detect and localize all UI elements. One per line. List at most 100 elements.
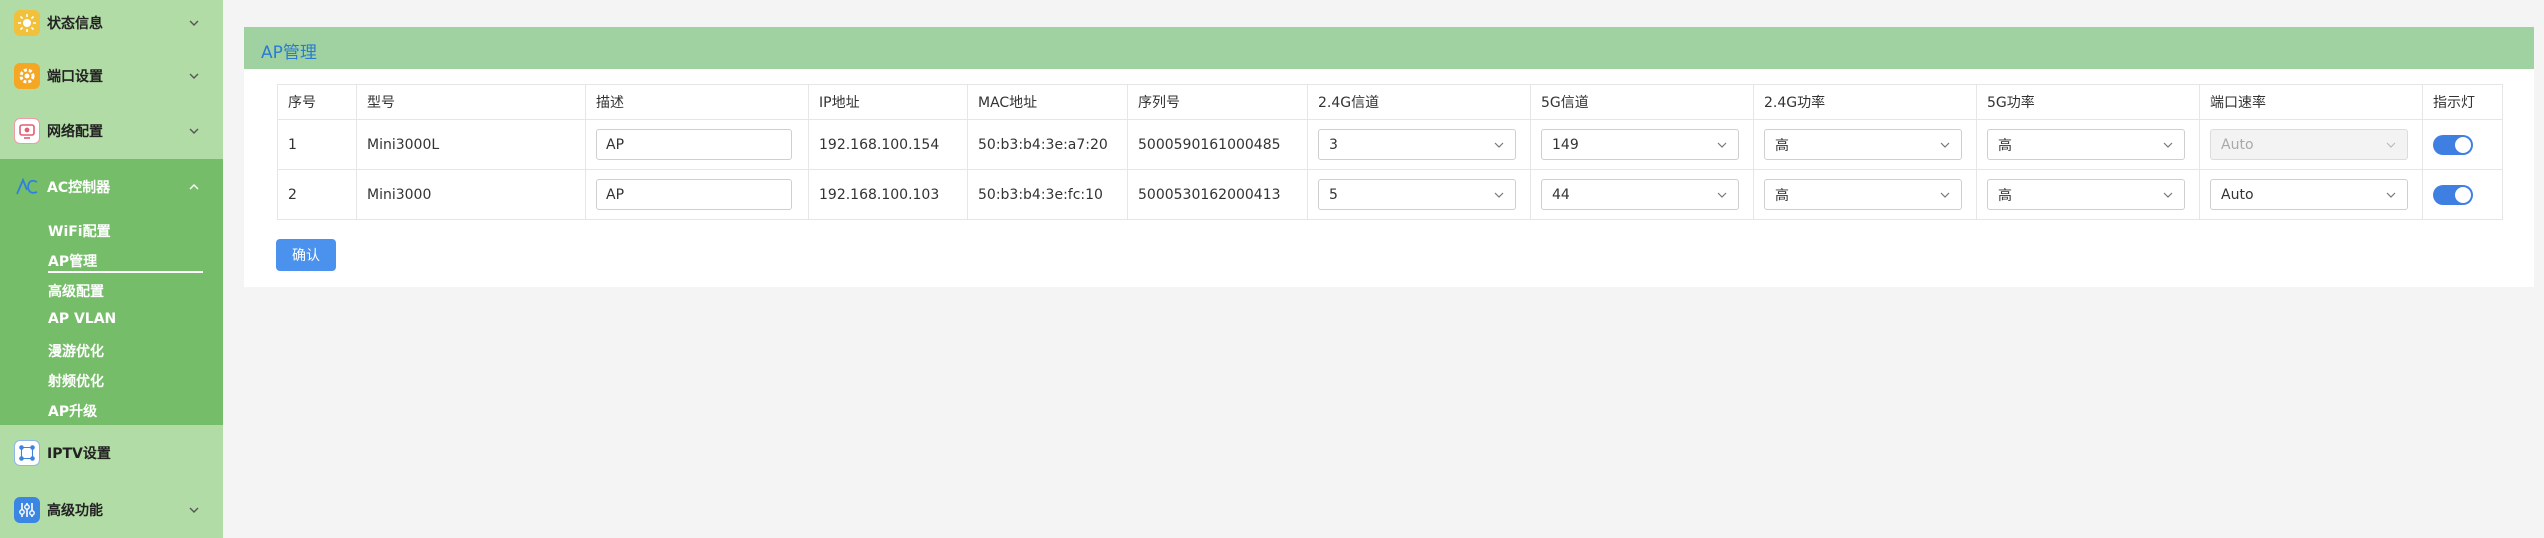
cell-port-speed: Auto xyxy=(2199,169,2423,220)
column-header-serial: 序列号 xyxy=(1127,84,1308,120)
select-value: 高 xyxy=(1998,137,2012,154)
power-5g-select[interactable]: 高 xyxy=(1987,129,2185,160)
select-value: 149 xyxy=(1552,136,1579,153)
power-5g-select[interactable]: 高 xyxy=(1987,179,2185,210)
cell-channel-5g: 44 xyxy=(1530,169,1754,220)
channel-24g-select[interactable]: 5 xyxy=(1318,179,1516,210)
cell-power-24g: 高 xyxy=(1753,119,1977,170)
description-input[interactable] xyxy=(596,179,792,210)
submenu-rf-optimization[interactable]: 射频优化 xyxy=(48,371,104,391)
menu-label-port: 端口设置 xyxy=(47,69,103,85)
select-value: Auto xyxy=(2221,186,2254,203)
cell-power-5g: 高 xyxy=(1976,169,2200,220)
power-24g-select[interactable]: 高 xyxy=(1764,129,1962,160)
cell-channel-5g: 149 xyxy=(1530,119,1754,170)
submenu-advanced-config[interactable]: 高级配置 xyxy=(48,281,104,301)
submenu-wifi-config[interactable]: WiFi配置 xyxy=(48,221,111,241)
column-header-power-24g: 2.4G功率 xyxy=(1753,84,1977,120)
column-header-port-speed: 端口速率 xyxy=(2199,84,2423,120)
sun-icon xyxy=(14,10,40,36)
column-header-ip: IP地址 xyxy=(808,84,968,120)
cell-serial: 5000590161000485 xyxy=(1127,119,1308,170)
column-header-power-5g: 5G功率 xyxy=(1976,84,2200,120)
select-value: 44 xyxy=(1552,186,1570,203)
iptv-grid-icon xyxy=(14,440,40,466)
channel-5g-select[interactable]: 44 xyxy=(1541,179,1739,210)
chevron-down-icon xyxy=(1940,142,1950,148)
ac-logo-icon xyxy=(14,174,40,200)
panel-header: AP管理 xyxy=(244,27,2534,69)
menu-item-status[interactable]: 状态信息 xyxy=(0,0,223,46)
ap-table: 序号 型号 描述 IP地址 MAC地址 序列号 2.4G信道 5G信道 2.4G… xyxy=(277,84,2503,220)
indicator-led-toggle[interactable] xyxy=(2433,184,2473,205)
power-24g-select[interactable]: 高 xyxy=(1764,179,1962,210)
cell-channel-24g: 3 xyxy=(1307,119,1531,170)
submenu-ap-management[interactable]: AP管理 xyxy=(48,251,97,271)
channel-5g-select[interactable]: 149 xyxy=(1541,129,1739,160)
toggle-knob xyxy=(2455,136,2471,153)
select-value: 5 xyxy=(1329,186,1338,203)
description-input[interactable] xyxy=(596,129,792,160)
chevron-down-icon xyxy=(1717,142,1727,148)
menu-item-advanced-functions[interactable]: 高级功能 xyxy=(0,487,223,533)
gear-icon xyxy=(14,63,40,89)
table-header-row: 序号 型号 描述 IP地址 MAC地址 序列号 2.4G信道 5G信道 2.4G… xyxy=(277,84,2503,120)
chevron-up-icon xyxy=(189,184,199,190)
menu-label-advanced-functions: 高级功能 xyxy=(47,503,103,519)
chevron-down-icon xyxy=(1940,192,1950,198)
chevron-down-icon xyxy=(1494,192,1504,198)
select-value: 3 xyxy=(1329,136,1338,153)
port-speed-select[interactable]: Auto xyxy=(2210,179,2408,210)
select-value: 高 xyxy=(1775,137,1789,154)
cell-port-speed: Auto xyxy=(2199,119,2423,170)
chevron-down-icon xyxy=(2386,192,2396,198)
select-value: 高 xyxy=(1998,187,2012,204)
port-speed-select-disabled: Auto xyxy=(2210,129,2408,160)
chevron-down-icon xyxy=(2163,142,2173,148)
submenu-ap-upgrade[interactable]: AP升级 xyxy=(48,401,97,421)
chevron-down-icon xyxy=(2163,192,2173,198)
cell-power-24g: 高 xyxy=(1753,169,1977,220)
chevron-down-icon xyxy=(1494,142,1504,148)
menu-label-network: 网络配置 xyxy=(47,124,103,140)
cell-power-5g: 高 xyxy=(1976,119,2200,170)
channel-24g-select[interactable]: 3 xyxy=(1318,129,1516,160)
cell-description xyxy=(585,169,809,220)
table-row: 1 Mini3000L 192.168.100.154 50:b3:b4:3e:… xyxy=(277,119,2503,170)
confirm-button[interactable]: 确认 xyxy=(276,239,336,271)
cell-indicator-led xyxy=(2422,119,2503,170)
menu-item-network[interactable]: 网络配置 xyxy=(0,108,223,154)
column-header-description: 描述 xyxy=(585,84,809,120)
menu-item-port[interactable]: 端口设置 xyxy=(0,53,223,99)
table-row: 2 Mini3000 192.168.100.103 50:b3:b4:3e:f… xyxy=(277,169,2503,220)
indicator-led-toggle[interactable] xyxy=(2433,134,2473,155)
network-globe-icon xyxy=(14,118,40,144)
menu-label-iptv: IPTV设置 xyxy=(47,446,111,462)
cell-ip: 192.168.100.154 xyxy=(808,119,968,170)
chevron-down-icon xyxy=(189,20,199,26)
chevron-down-icon xyxy=(2386,142,2396,148)
chevron-down-icon xyxy=(189,507,199,513)
cell-channel-24g: 5 xyxy=(1307,169,1531,220)
cell-mac: 50:b3:b4:3e:a7:20 xyxy=(967,119,1128,170)
menu-label-status: 状态信息 xyxy=(47,16,103,32)
cell-description xyxy=(585,119,809,170)
menu-item-iptv[interactable]: IPTV设置 xyxy=(0,430,223,476)
chevron-down-icon xyxy=(1717,192,1727,198)
menu-label-ac-controller: AC控制器 xyxy=(47,180,111,196)
toggle-knob xyxy=(2455,186,2471,203)
cell-indicator-led xyxy=(2422,169,2503,220)
cell-ip: 192.168.100.103 xyxy=(808,169,968,220)
select-value: 高 xyxy=(1775,187,1789,204)
cell-model: Mini3000L xyxy=(356,119,586,170)
column-header-indicator-led: 指示灯 xyxy=(2422,84,2503,120)
ap-management-panel: AP管理 序号 型号 描述 IP地址 MAC地址 序列号 2.4G信道 5G信道… xyxy=(244,27,2534,287)
chevron-down-icon xyxy=(189,73,199,79)
column-header-mac: MAC地址 xyxy=(967,84,1128,120)
column-header-channel-5g: 5G信道 xyxy=(1530,84,1754,120)
submenu-ap-vlan[interactable]: AP VLAN xyxy=(48,311,116,327)
column-header-index: 序号 xyxy=(277,84,357,120)
submenu-roaming-optimization[interactable]: 漫游优化 xyxy=(48,341,104,361)
menu-item-ac-controller[interactable]: AC控制器 xyxy=(0,159,223,215)
cell-index: 1 xyxy=(277,119,357,170)
